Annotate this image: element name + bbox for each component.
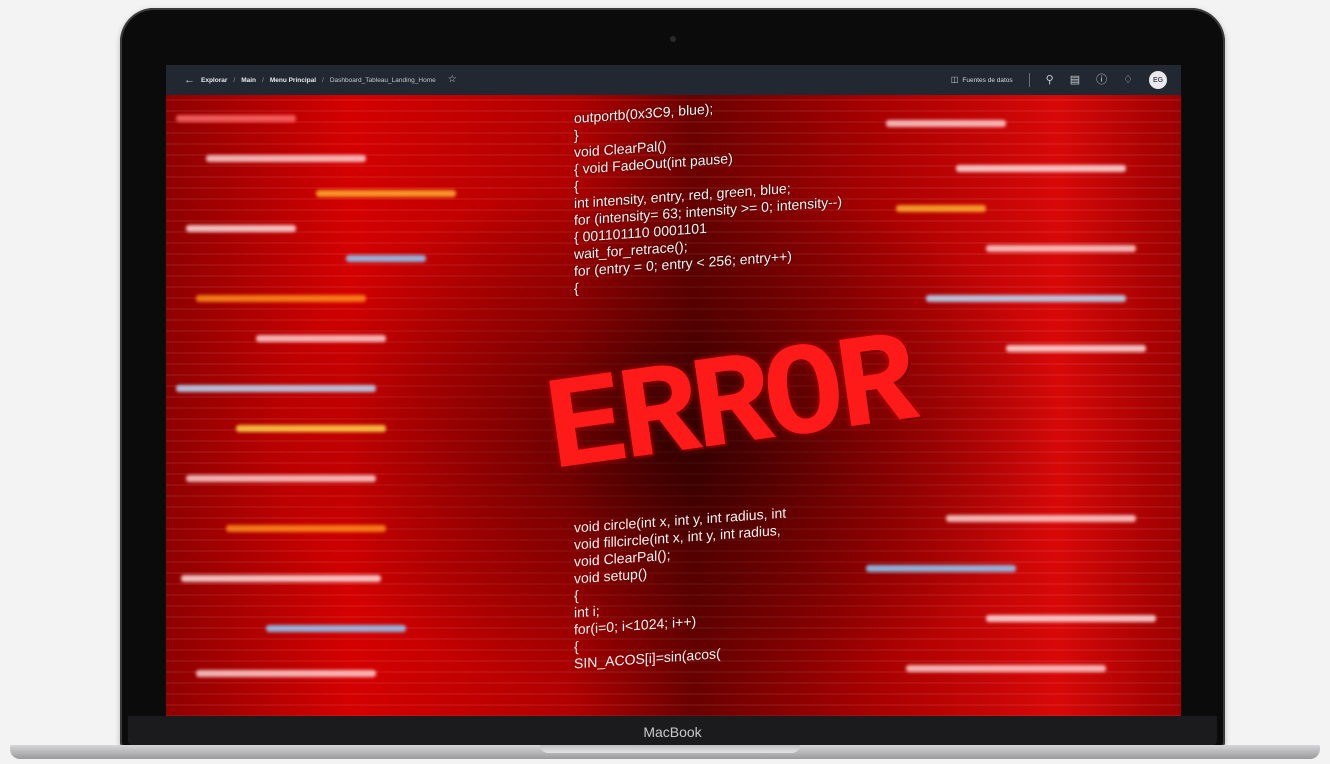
search-icon[interactable]: ⚲: [1046, 74, 1054, 86]
breadcrumb-item-current: Dashboard_Tableau_Landing_Home: [329, 76, 436, 84]
code-streak: [226, 525, 386, 532]
database-icon: ◫: [950, 75, 959, 84]
code-streak: [896, 205, 986, 212]
toolbar-actions: ◫ Fuentes de datos ⚲ ▤ ⓘ ♢ EG: [951, 71, 1181, 89]
code-block-upper: outportb(0x3C9, blue); } void ClearPal()…: [574, 95, 842, 297]
code-streak: [176, 115, 296, 122]
code-streak: [906, 665, 1106, 672]
laptop-lid: ← Explorar / Main / Menu Principal / Das…: [120, 8, 1225, 748]
breadcrumb: ← Explorar / Main / Menu Principal / Das…: [166, 74, 951, 86]
code-streak: [236, 425, 386, 432]
code-streak: [181, 575, 381, 582]
breadcrumb-separator: /: [233, 76, 236, 84]
code-streak: [186, 225, 296, 232]
code-streak: [206, 155, 366, 162]
arrow-left-icon[interactable]: ←: [184, 74, 195, 86]
code-streak: [946, 515, 1136, 522]
code-block-lower: void circle(int x, int y, int radius, in…: [574, 501, 844, 673]
code-streak: [866, 565, 1016, 572]
bell-icon[interactable]: ♢: [1123, 74, 1133, 86]
data-sources-label: Fuentes de datos: [962, 76, 1013, 84]
code-streak: [186, 475, 376, 482]
help-icon[interactable]: ⓘ: [1096, 74, 1107, 86]
bottom-bezel: MacBook: [128, 716, 1217, 746]
breadcrumb-item-explorar[interactable]: Explorar: [201, 77, 227, 84]
toolbar-divider: [1028, 73, 1030, 87]
device-brand-label: MacBook: [643, 724, 702, 740]
data-sources-button[interactable]: ◫ Fuentes de datos: [951, 76, 1013, 84]
code-streak: [176, 385, 376, 392]
breadcrumb-item-menu-principal[interactable]: Menu Principal: [270, 77, 316, 84]
code-streak: [886, 120, 1006, 127]
star-icon[interactable]: ☆: [448, 75, 457, 85]
code-streak: [986, 245, 1136, 252]
laptop-hinge-notch: [540, 745, 800, 753]
document-icon[interactable]: ▤: [1070, 74, 1080, 86]
breadcrumb-item-main[interactable]: Main: [241, 77, 256, 84]
error-heading: ERROR: [537, 308, 921, 508]
breadcrumb-separator: /: [322, 76, 324, 84]
code-streak: [316, 190, 456, 197]
screen: ← Explorar / Main / Menu Principal / Das…: [166, 65, 1181, 717]
code-streak: [256, 335, 386, 342]
code-streak: [266, 625, 406, 632]
error-background-image: outportb(0x3C9, blue); } void ClearPal()…: [166, 95, 1181, 717]
top-navigation-bar: ← Explorar / Main / Menu Principal / Das…: [166, 65, 1181, 95]
code-streak: [196, 295, 366, 302]
camera-dot: [670, 36, 676, 42]
avatar[interactable]: EG: [1149, 71, 1167, 89]
code-streak: [196, 670, 376, 677]
code-streak: [986, 615, 1156, 622]
breadcrumb-separator: /: [262, 76, 264, 84]
code-streak: [1006, 345, 1146, 352]
code-streak: [926, 295, 1126, 302]
code-streak: [956, 165, 1126, 172]
code-streak: [346, 255, 426, 262]
